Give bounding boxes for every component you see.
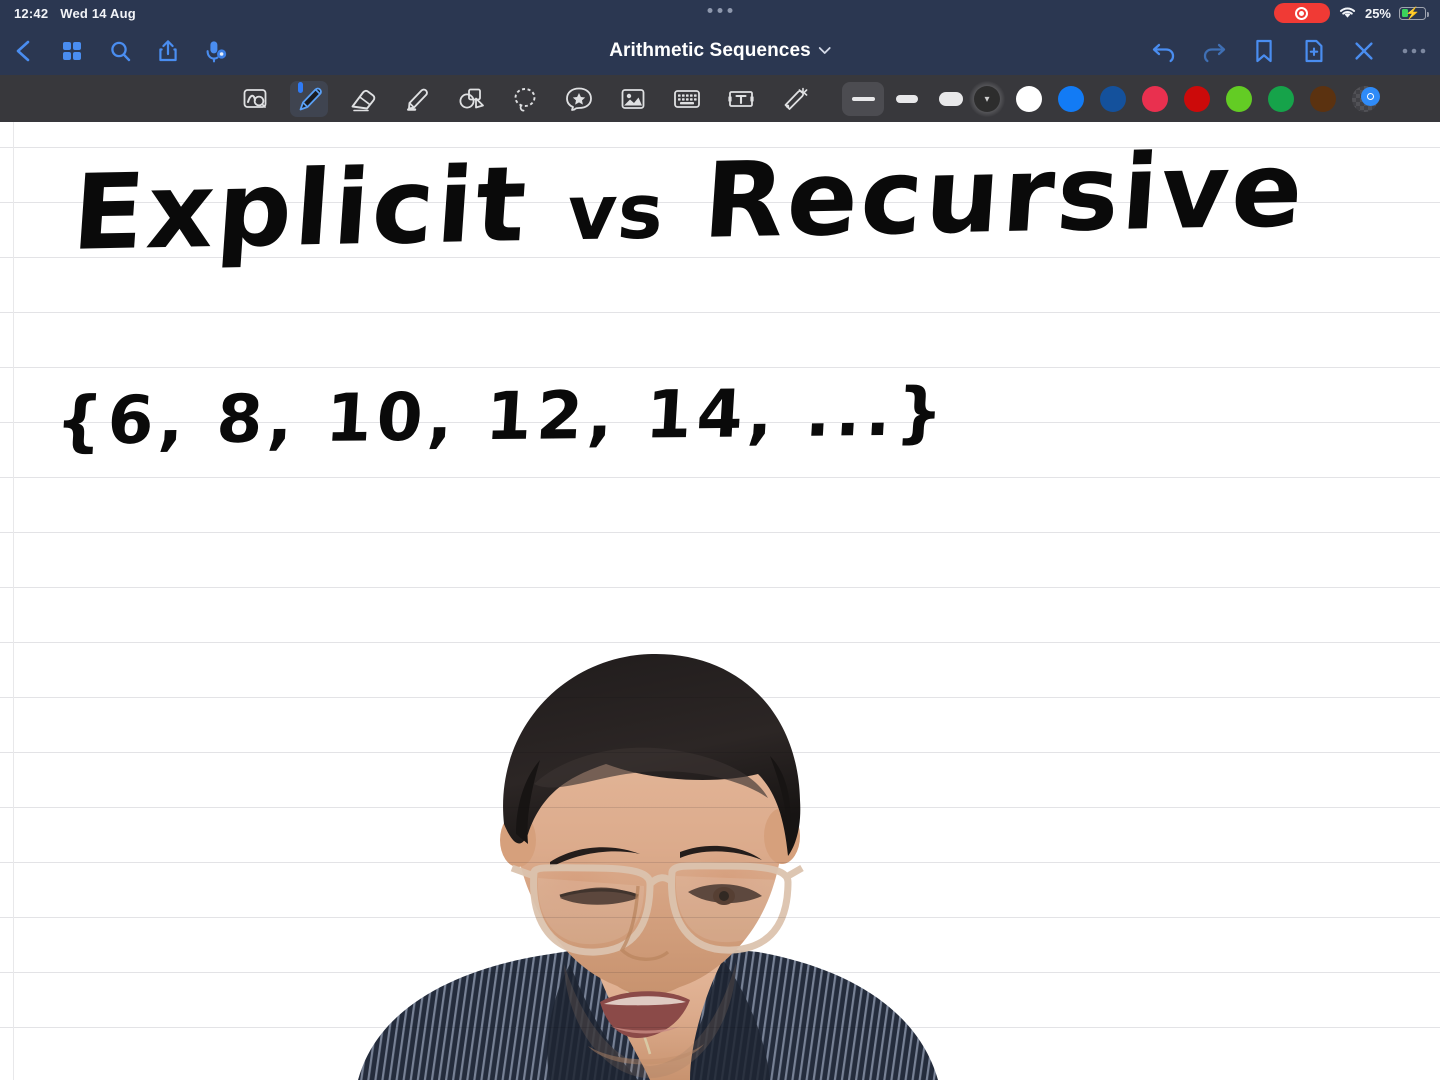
nav-right-buttons xyxy=(1148,26,1430,75)
status-bar-left: 12:42 Wed 14 Aug xyxy=(14,0,136,26)
drawing-tool-bar: ▾ xyxy=(0,75,1440,122)
notability-app-window: Explicit vs Recursive {6, 8, 10, 12, 14,… xyxy=(0,0,1440,1080)
multitask-dot xyxy=(727,8,733,13)
handwritten-heading-middle: vs xyxy=(564,166,668,258)
thickness-thick[interactable] xyxy=(930,82,972,116)
color-white[interactable] xyxy=(1014,84,1044,114)
color-bright-blue[interactable] xyxy=(1056,84,1086,114)
redo-button[interactable] xyxy=(1198,35,1230,67)
back-button[interactable] xyxy=(8,35,40,67)
document-title-button[interactable]: Arithmetic Sequences xyxy=(609,26,831,75)
undo-button[interactable] xyxy=(1148,35,1180,67)
handwritten-heading-left: Explicit xyxy=(68,143,533,274)
wifi-icon xyxy=(1338,5,1357,22)
chevron-down-icon xyxy=(818,42,831,60)
thickness-medium[interactable] xyxy=(886,82,928,116)
keyboard-tool[interactable] xyxy=(668,81,706,117)
color-brown[interactable] xyxy=(1308,84,1338,114)
battery-icon: ⚡ xyxy=(1399,6,1429,20)
handwritten-sequence: {6, 8, 10, 12, 14, ...} xyxy=(53,373,951,460)
ruled-line xyxy=(0,312,1440,313)
chevron-down-icon: ▾ xyxy=(984,94,990,105)
highlighter-tool[interactable] xyxy=(398,81,436,117)
eraser-tool[interactable] xyxy=(344,81,382,117)
bookmark-button[interactable] xyxy=(1248,35,1280,67)
add-page-button[interactable] xyxy=(1298,35,1330,67)
zoom-tool[interactable] xyxy=(236,81,274,117)
tool-buttons-group xyxy=(236,75,814,122)
color-pink[interactable] xyxy=(1140,84,1170,114)
magic-wand-tool[interactable] xyxy=(776,81,814,117)
handwritten-heading: Explicit vs Recursive xyxy=(69,128,1310,274)
status-time: 12:42 xyxy=(14,5,49,21)
ios-status-bar: 12:42 Wed 14 Aug 25% ⚡ xyxy=(0,0,1440,26)
thickness-thin[interactable] xyxy=(842,81,884,116)
screen-record-indicator[interactable] xyxy=(1273,3,1330,23)
color-black[interactable]: ▾ xyxy=(969,80,1005,117)
lasso-tool[interactable] xyxy=(506,81,544,117)
share-button[interactable] xyxy=(152,35,184,67)
battery-percent-label: 25% xyxy=(1364,5,1391,21)
shape-tool[interactable] xyxy=(452,81,490,117)
close-button[interactable] xyxy=(1348,35,1380,67)
page-thumbnails-button[interactable] xyxy=(56,35,88,67)
color-swatch-group: ▾ xyxy=(969,75,1380,122)
ruled-line xyxy=(0,367,1440,368)
custom-color-picker[interactable] xyxy=(1350,84,1380,114)
more-options-button[interactable] xyxy=(1398,35,1430,67)
search-button[interactable] xyxy=(104,35,136,67)
audio-record-button[interactable] xyxy=(200,35,232,67)
color-dark-blue[interactable] xyxy=(1098,84,1128,114)
sticker-tool[interactable] xyxy=(560,81,598,117)
text-box-tool[interactable] xyxy=(722,81,760,117)
record-icon xyxy=(1295,6,1309,20)
note-canvas[interactable]: Explicit vs Recursive {6, 8, 10, 12, 14,… xyxy=(0,122,1440,1080)
status-date: Wed 14 Aug xyxy=(60,5,136,21)
page-title: Arithmetic Sequences xyxy=(609,39,811,61)
color-light-green[interactable] xyxy=(1224,84,1254,114)
ruled-line xyxy=(0,587,1440,588)
image-tool[interactable] xyxy=(614,81,652,117)
multitasking-handle[interactable] xyxy=(707,8,733,13)
tool-selected-indicator xyxy=(298,81,303,93)
stroke-thickness-group xyxy=(842,75,972,122)
handwritten-heading-right: Recursive xyxy=(699,128,1310,262)
pen-tool[interactable] xyxy=(290,80,328,117)
ruled-line xyxy=(0,532,1440,533)
multitask-dot xyxy=(717,8,723,13)
color-green[interactable] xyxy=(1266,84,1296,114)
ruled-line xyxy=(0,477,1440,478)
app-nav-bar: Arithmetic Sequences xyxy=(0,26,1440,75)
presenter-video-overlay xyxy=(338,634,960,1080)
nav-left-buttons xyxy=(8,26,232,75)
multitask-dot xyxy=(707,8,713,13)
status-bar-right: 25% ⚡ xyxy=(1273,0,1429,26)
margin-line xyxy=(13,122,14,1080)
color-red[interactable] xyxy=(1182,84,1212,114)
